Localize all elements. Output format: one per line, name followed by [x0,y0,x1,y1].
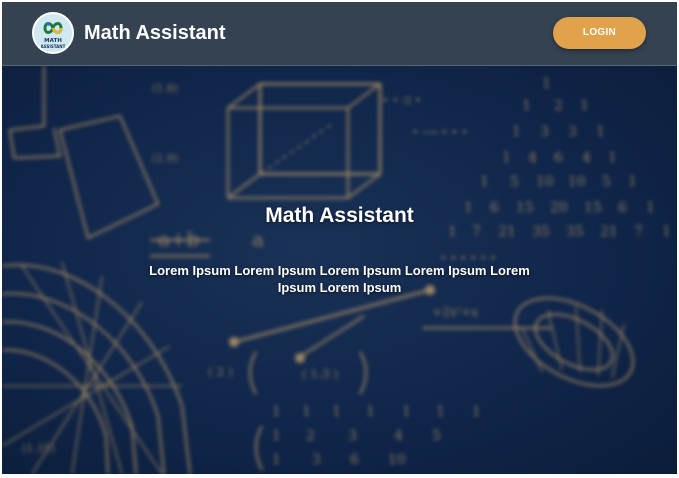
svg-text:1: 1 [608,150,617,166]
svg-text:3: 3 [312,452,321,468]
svg-text:• • ⇉ •: • • ⇉ • [382,94,421,107]
svg-text:(1.9): (1.9) [152,152,178,165]
svg-text:1: 1 [628,174,637,190]
svg-text:(1.8): (1.8) [152,82,178,95]
svg-text:(1.31): (1.31) [22,442,55,455]
svg-text:1: 1 [272,428,281,444]
svg-text:1: 1 [272,452,281,468]
infinity-logo-icon [43,22,63,34]
svg-text:1: 1 [302,404,311,420]
svg-text:1: 1 [436,404,445,420]
svg-text:1: 1 [522,98,531,114]
navbar: MATH ASSISTANT Math Assistant LOGIN [2,2,677,66]
svg-text:10: 10 [568,174,586,190]
svg-text:3: 3 [568,124,577,140]
svg-text:6: 6 [554,150,563,166]
login-button[interactable]: LOGIN [553,17,646,49]
logo-text-assistant: ASSISTANT [40,44,66,49]
hero-subtitle: Lorem Ipsum Lorem Ipsum Lorem Ipsum Lore… [149,263,530,295]
hero-section: 1 121 1331 14641 1 5 10 10 5 1 1 6 15 20 15 6 1 172… [2,66,677,474]
svg-text:5: 5 [602,174,611,190]
svg-text:2: 2 [306,428,315,444]
app-frame: MATH ASSISTANT Math Assistant LOGIN 1 1 … [2,2,677,474]
svg-text:5: 5 [432,428,441,444]
svg-text:1: 1 [502,150,511,166]
svg-text:1: 1 [366,404,375,420]
svg-text:2: 2 [554,98,563,114]
svg-text:10: 10 [536,174,554,190]
svg-text:1: 1 [596,124,605,140]
svg-text:+2x²+x: +2x²+x [432,305,478,319]
svg-text:4: 4 [582,150,591,166]
svg-text:3: 3 [540,124,549,140]
svg-text:1: 1 [512,124,521,140]
svg-text:6: 6 [350,452,359,468]
svg-text:1: 1 [480,174,489,190]
svg-text:a+b: a+b [158,227,199,251]
svg-text:( 2 ): ( 2 ) [208,365,233,379]
svg-text:4: 4 [528,150,537,166]
svg-text:1: 1 [402,404,411,420]
svg-text:( 1.3 ): ( 1.3 ) [302,367,338,381]
hero-title: Math Assistant [265,204,414,227]
svg-text:1: 1 [542,76,551,92]
svg-text:1: 1 [332,404,341,420]
svg-text:• ⟶ • • •: • ⟶ • • • [412,126,468,139]
logo[interactable]: MATH ASSISTANT [32,12,74,54]
svg-text:10: 10 [388,452,406,468]
svg-text:3: 3 [348,428,357,444]
svg-text:a: a [252,227,264,251]
svg-text:4: 4 [394,428,403,444]
svg-text:1: 1 [272,404,281,420]
svg-text:5: 5 [510,174,519,190]
brand-title: Math Assistant [84,22,226,44]
svg-text:1: 1 [580,98,589,114]
svg-text:1: 1 [472,404,481,420]
